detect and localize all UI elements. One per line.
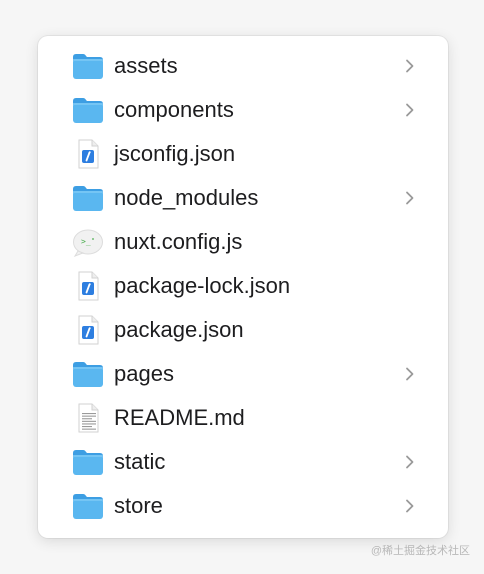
folder-icon xyxy=(72,51,104,81)
item-name: package.json xyxy=(114,317,244,342)
item-name: package-lock.json xyxy=(114,273,291,298)
json-file-icon xyxy=(72,139,104,169)
chevron-right-icon[interactable] xyxy=(405,103,415,117)
file-row[interactable]: >_ nuxt.config.js xyxy=(38,220,448,264)
file-row[interactable]: package.json xyxy=(38,308,448,352)
markdown-file-icon xyxy=(72,403,104,433)
folder-icon xyxy=(72,491,104,521)
item-name: store xyxy=(114,493,163,518)
watermark: @稀土掘金技术社区 xyxy=(370,545,470,557)
folder-icon xyxy=(72,95,104,125)
folder-icon xyxy=(72,447,104,477)
item-name: pages xyxy=(114,361,174,386)
chevron-right-icon[interactable] xyxy=(405,367,415,381)
svg-text:>_: >_ xyxy=(81,237,91,246)
folder-row[interactable]: assets xyxy=(38,44,448,88)
chevron-right-icon[interactable] xyxy=(405,59,415,73)
item-name: nuxt.config.js xyxy=(114,229,243,254)
file-row[interactable]: jsconfig.json xyxy=(38,132,448,176)
page: assets components jsconfig.json node_module… xyxy=(0,0,484,574)
item-name: node_modules xyxy=(114,185,259,210)
item-name: static xyxy=(114,449,166,474)
file-row[interactable]: README.md xyxy=(38,396,448,440)
item-name: assets xyxy=(114,53,178,78)
folder-row[interactable]: static xyxy=(38,440,448,484)
json-file-icon xyxy=(72,271,104,301)
item-name: README.md xyxy=(114,405,245,430)
item-name: components xyxy=(114,97,234,122)
file-list: assets components jsconfig.json node_module… xyxy=(38,44,448,528)
finder-file-list-panel: assets components jsconfig.json node_module… xyxy=(38,36,448,538)
item-name: jsconfig.json xyxy=(114,141,236,166)
folder-icon xyxy=(72,183,104,213)
folder-row[interactable]: node_modules xyxy=(38,176,448,220)
chevron-right-icon[interactable] xyxy=(405,191,415,205)
chevron-right-icon[interactable] xyxy=(405,499,415,513)
js-file-icon: >_ xyxy=(72,227,104,257)
folder-row[interactable]: components xyxy=(38,88,448,132)
chevron-right-icon[interactable] xyxy=(405,455,415,469)
folder-icon xyxy=(72,359,104,389)
json-file-icon xyxy=(72,315,104,345)
folder-row[interactable]: store xyxy=(38,484,448,528)
file-row[interactable]: package-lock.json xyxy=(38,264,448,308)
folder-row[interactable]: pages xyxy=(38,352,448,396)
